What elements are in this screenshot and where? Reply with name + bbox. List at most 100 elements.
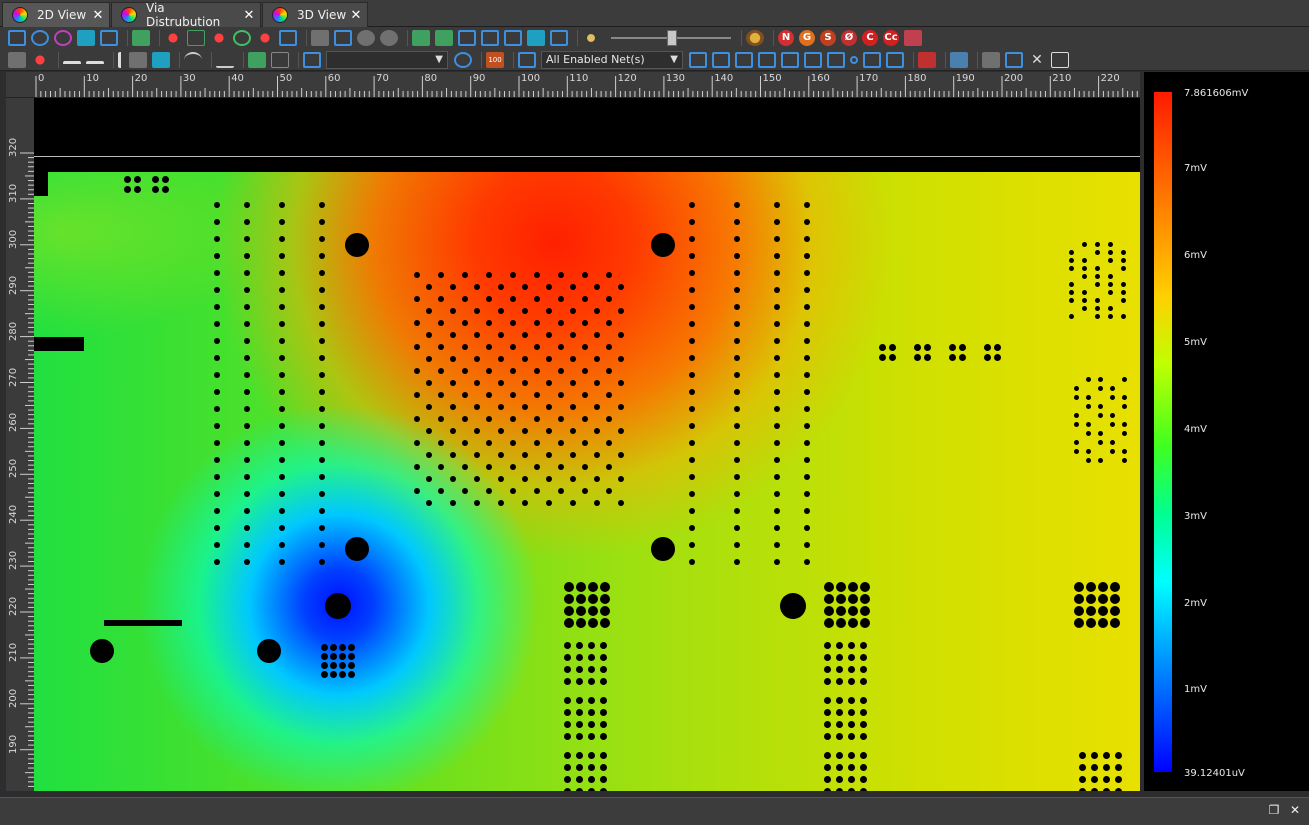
- bga-ball: [558, 488, 564, 494]
- zoom-out-icon[interactable]: [233, 30, 251, 46]
- net-filter-icon[interactable]: N: [778, 30, 794, 46]
- undo-icon[interactable]: [31, 30, 49, 46]
- clear-filter-icon[interactable]: [904, 30, 922, 46]
- layer-stack-icon[interactable]: [804, 51, 822, 68]
- via: [319, 372, 325, 378]
- bga-ball: [534, 464, 540, 470]
- hand-icon[interactable]: [982, 51, 1000, 68]
- close-icon[interactable]: ✕: [242, 8, 256, 23]
- via: [1074, 440, 1079, 445]
- view-reset-icon[interactable]: [380, 30, 398, 46]
- via: [319, 457, 325, 463]
- select-rect-icon[interactable]: [8, 30, 26, 46]
- split-icon[interactable]: [152, 51, 170, 68]
- slider-thumb[interactable]: [667, 30, 677, 46]
- pointer-icon[interactable]: [8, 51, 26, 68]
- no-filter-icon[interactable]: Ø: [841, 30, 857, 46]
- layer-dropdown[interactable]: ▼: [326, 50, 448, 69]
- bga-ball: [498, 500, 504, 506]
- close-icon[interactable]: ✕: [91, 8, 105, 23]
- zoom-100-icon[interactable]: 100: [486, 51, 504, 68]
- image-icon[interactable]: [77, 30, 95, 46]
- close-icon[interactable]: ✕: [349, 8, 363, 23]
- route-bend-icon[interactable]: [735, 51, 753, 68]
- close-icon[interactable]: ✕: [1287, 803, 1303, 819]
- layer-bottom-icon[interactable]: [827, 51, 845, 68]
- bga-ball: [606, 344, 612, 350]
- vertical-line-icon[interactable]: [118, 51, 124, 68]
- zoom-previous-icon[interactable]: [279, 30, 297, 46]
- layer-active-icon[interactable]: [527, 30, 545, 46]
- copper-filter-icon[interactable]: Cc: [883, 30, 899, 46]
- swap-icon[interactable]: [863, 51, 881, 68]
- ground-filter-icon[interactable]: G: [799, 30, 815, 46]
- grid-snap-icon[interactable]: [248, 51, 266, 68]
- via: [949, 344, 956, 351]
- view-left-icon[interactable]: [334, 30, 352, 46]
- palette-icon[interactable]: [746, 30, 764, 46]
- delete-icon[interactable]: ✕: [1028, 52, 1046, 68]
- toolbar-separator: [243, 51, 244, 68]
- route-curve-icon[interactable]: [758, 51, 776, 68]
- zoom-in-box-icon[interactable]: [164, 30, 182, 46]
- zoom-in-icon[interactable]: [210, 30, 228, 46]
- restore-icon[interactable]: ❐: [1266, 803, 1282, 819]
- component-filter-icon[interactable]: C: [862, 30, 878, 46]
- via: [836, 697, 843, 704]
- signal-filter-icon[interactable]: S: [820, 30, 836, 46]
- net-dropdown[interactable]: All Enabled Net(s) ▼: [541, 50, 683, 69]
- off-toggle-icon[interactable]: [918, 51, 936, 68]
- shape-fill-icon[interactable]: [412, 30, 430, 46]
- view-top-icon[interactable]: [311, 30, 329, 46]
- via: [689, 219, 695, 225]
- curve-icon[interactable]: [216, 52, 234, 68]
- search-icon[interactable]: [454, 51, 472, 68]
- binoculars-icon[interactable]: [303, 51, 321, 68]
- bga-ball: [426, 452, 432, 458]
- select-arrow-icon[interactable]: [950, 51, 968, 68]
- zoom-fit-icon[interactable]: [256, 30, 274, 46]
- move-icon[interactable]: [1005, 51, 1023, 68]
- window-icon[interactable]: [100, 30, 118, 46]
- ir-drop-plot[interactable]: [34, 98, 1140, 791]
- layer-down-icon[interactable]: [481, 30, 499, 46]
- bga-ball: [510, 488, 516, 494]
- brightness-icon[interactable]: [582, 30, 600, 46]
- circle-select-icon[interactable]: [54, 30, 72, 46]
- via: [824, 752, 831, 759]
- brightness-slider[interactable]: [611, 30, 731, 46]
- via: [214, 423, 220, 429]
- bga-ball: [546, 380, 552, 386]
- net-filter-icon[interactable]: [518, 51, 536, 68]
- box-icon[interactable]: [271, 51, 289, 68]
- bga-ball: [462, 416, 468, 422]
- layout-icon[interactable]: [132, 30, 150, 46]
- tab-2d-view[interactable]: 2D View ✕: [2, 2, 110, 27]
- route-icon[interactable]: [689, 51, 707, 68]
- tab-via-distribution[interactable]: Via Distrubution ✕: [111, 1, 261, 29]
- via: [804, 304, 810, 310]
- bga-ball: [618, 356, 624, 362]
- arc-icon[interactable]: [184, 51, 202, 68]
- pin-icon[interactable]: [31, 51, 49, 68]
- bus-icon[interactable]: [886, 51, 904, 68]
- shape-copy-icon[interactable]: [435, 30, 453, 46]
- line-icon[interactable]: [63, 60, 81, 65]
- ruler-tick-label: 110: [569, 73, 589, 84]
- dash-line-icon[interactable]: [86, 60, 104, 65]
- properties-icon[interactable]: [550, 30, 568, 46]
- view-rotate-icon[interactable]: [357, 30, 375, 46]
- via: [734, 304, 740, 310]
- dot-icon[interactable]: [850, 55, 858, 64]
- tab-3d-view[interactable]: 3D View ✕: [262, 2, 368, 27]
- via: [1103, 764, 1110, 771]
- route-straight-icon[interactable]: [712, 51, 730, 68]
- layer-edit-icon[interactable]: [504, 30, 522, 46]
- layer-up-icon[interactable]: [458, 30, 476, 46]
- align-icon[interactable]: [129, 51, 147, 68]
- via: [600, 678, 607, 685]
- copy-icon[interactable]: [1051, 51, 1069, 68]
- route-vertical-icon[interactable]: [781, 51, 799, 68]
- bga-ball: [534, 296, 540, 302]
- zoom-out-box-icon[interactable]: [187, 30, 205, 46]
